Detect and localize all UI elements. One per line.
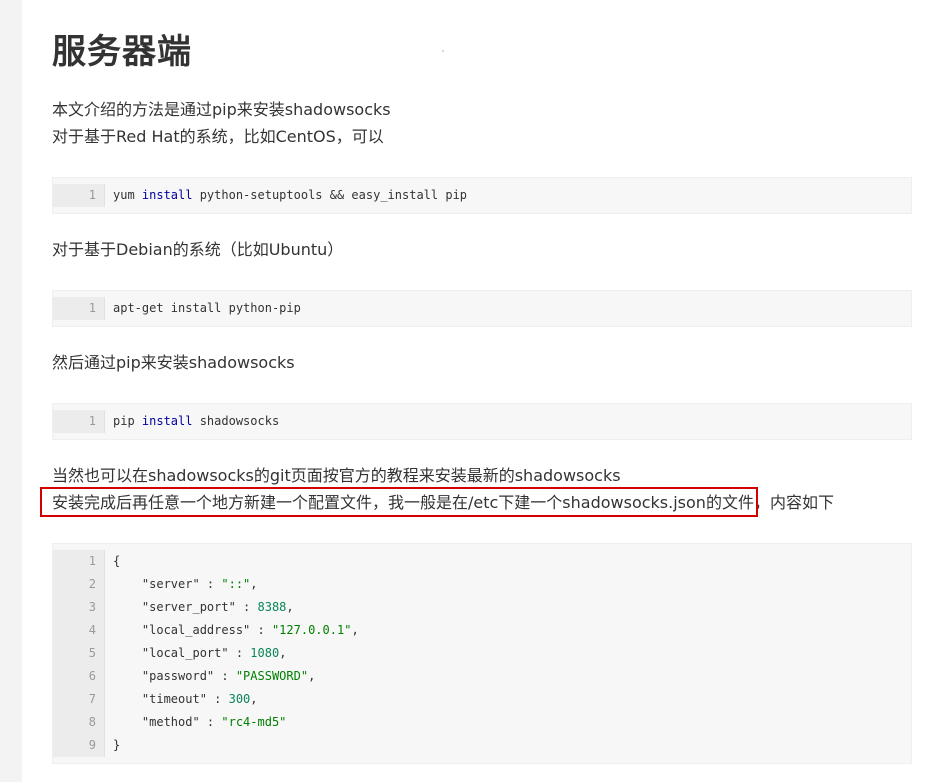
code-token: 1080 [250,646,280,660]
config-paragraph: 安装完成后再任意一个地方新建一个配置文件，我一般是在/etc下建一个shadow… [52,489,834,516]
code-token: "password" : [113,669,236,683]
intro-paragraph-line2: 对于基于Red Hat的系统，比如CentOS，可以 [52,127,384,146]
code-token: , [308,669,316,683]
left-sidebar-strip [0,0,22,782]
line-number: 1 [53,184,105,207]
code-text: "method" : "rc4-md5" [105,711,287,734]
code-token: , [286,600,294,614]
line-number: 8 [53,711,105,734]
code-token: "rc4-md5" [221,715,287,729]
line-number: 6 [53,665,105,688]
code-text: apt-get install python-pip [105,297,301,320]
config-highlighted-text: 安装完成后再任意一个地方新建一个配置文件，我一般是在/etc下建一个shadow… [52,493,770,512]
code-text: { [105,550,120,573]
line-number: 7 [53,688,105,711]
line-number: 2 [53,573,105,596]
code-line: 1 apt-get install python-pip [53,297,911,320]
debian-paragraph: 对于基于Debian的系统（比如Ubuntu） [52,240,344,259]
code-token: "timeout" : [113,692,229,706]
code-line: 1 yum install python-setuptools && easy_i… [53,184,911,207]
decorative-dot [442,50,444,52]
code-token: 8388 [257,600,287,614]
code-token: , [351,623,359,637]
code-token: "local_port" : [113,646,251,660]
code-block-json[interactable]: 1{2 "server" : "::", 3 "server_port" : 83… [52,543,912,764]
line-number: 1 [53,297,105,320]
code-token: 300 [228,692,251,706]
code-token: { [113,554,121,568]
code-text: "server" : "::", [105,573,258,596]
code-token: yum [113,188,142,202]
code-text: "local_port" : 1080, [105,642,287,665]
code-text: } [105,734,120,757]
code-line: 1{ [53,550,911,573]
line-number: 1 [53,410,105,433]
code-token: "method" : [113,715,222,729]
code-line: 8 "method" : "rc4-md5" [53,711,911,734]
code-token: shadowsocks [192,414,280,428]
code-line: 9} [53,734,911,757]
git-paragraph: 当然也可以在shadowsocks的git页面按官方的教程来安装最新的shado… [52,466,621,485]
code-line: 1 pip install shadowsocks [53,410,911,433]
code-text: "password" : "PASSWORD", [105,665,315,688]
line-number: 5 [53,642,105,665]
code-token: pip [113,414,142,428]
config-rest-text: 内容如下 [769,493,834,512]
code-token: , [250,692,258,706]
code-text: "local_address" : "127.0.0.1", [105,619,359,642]
code-line: 7 "timeout" : 300, [53,688,911,711]
code-text: "server_port" : 8388, [105,596,294,619]
line-number: 3 [53,596,105,619]
code-token: "server_port" : [113,600,258,614]
code-block-yum[interactable]: 1 yum install python-setuptools && easy_i… [52,177,912,214]
code-line: 2 "server" : "::", [53,573,911,596]
code-token: "server" : [113,577,222,591]
code-text: pip install shadowsocks [105,410,279,433]
code-line: 3 "server_port" : 8388, [53,596,911,619]
code-line: 4 "local_address" : "127.0.0.1", [53,619,911,642]
code-block-apt[interactable]: 1 apt-get install python-pip [52,290,912,327]
page-title: 服务器端 [52,32,192,72]
code-token: "PASSWORD" [235,669,309,683]
code-token: , [279,646,287,660]
line-number: 4 [53,619,105,642]
pip-paragraph: 然后通过pip来安装shadowsocks [52,353,295,372]
code-token: "local_address" : [113,623,272,637]
code-block-pip[interactable]: 1 pip install shadowsocks [52,403,912,440]
code-text: "timeout" : 300, [105,688,258,711]
code-token: install [141,414,193,428]
line-number: 1 [53,550,105,573]
code-token: } [113,738,121,752]
code-token: install [141,188,193,202]
code-token: python-setuptools && easy_install pip [192,188,468,202]
code-token: apt-get install python-pip [113,301,301,315]
code-text: yum install python-setuptools && easy_in… [105,184,467,207]
intro-paragraph-line1: 本文介绍的方法是通过pip来安装shadowsocks [52,100,391,119]
line-number: 9 [53,734,105,757]
code-token: "127.0.0.1" [271,623,352,637]
code-line: 6 "password" : "PASSWORD", [53,665,911,688]
code-line: 5 "local_port" : 1080, [53,642,911,665]
code-token: , [250,577,258,591]
code-token: "::" [221,577,251,591]
